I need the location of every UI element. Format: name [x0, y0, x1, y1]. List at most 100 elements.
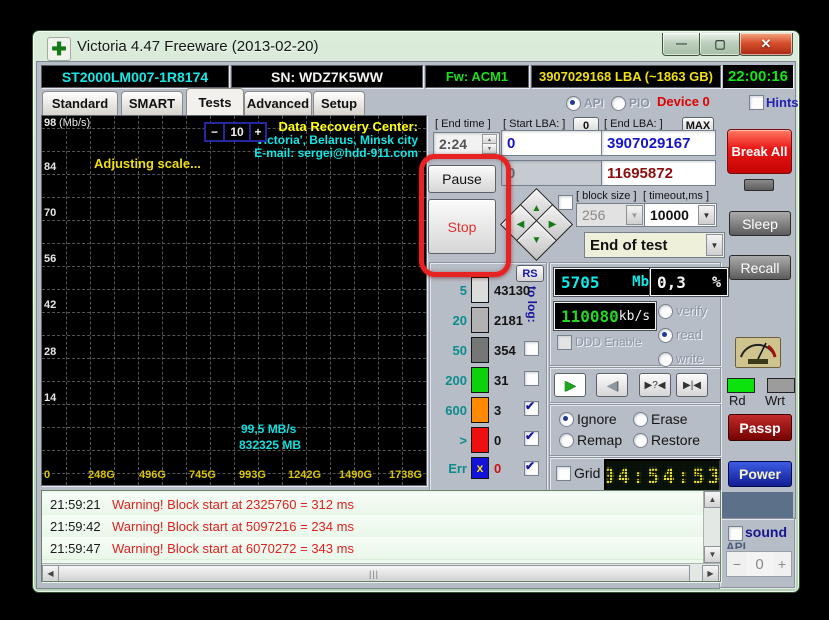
counter-plus-icon: +	[778, 556, 786, 572]
busy-indicator	[744, 179, 774, 191]
legend-threshold-50: 50	[435, 343, 467, 358]
percent-value: 0,3	[657, 273, 686, 292]
rd-label: Rd	[729, 393, 746, 408]
rs-button[interactable]: RS	[516, 265, 544, 282]
verify-label: verify	[676, 303, 707, 318]
log-row: 21:59:21 Warning! Block start at 2325760…	[42, 493, 720, 516]
scroll-left-icon: ◀	[47, 569, 53, 578]
ignore-radio[interactable]	[559, 412, 574, 427]
spinner-down-icon[interactable]: ▼	[482, 143, 497, 154]
mb-unit: Mb	[632, 274, 649, 290]
log-check-over[interactable]	[524, 431, 539, 446]
break-all-button[interactable]: Break All	[727, 129, 792, 174]
grid-checkbox[interactable]	[556, 466, 571, 481]
log-row: 21:59:42 Warning! Block start at 5097216…	[42, 515, 720, 538]
y-tick-56: 56	[44, 253, 56, 265]
log-check-600[interactable]	[524, 401, 539, 416]
graph-zoom-out-button[interactable]: −	[204, 122, 225, 142]
tab-standard[interactable]: Standard	[42, 91, 118, 115]
seek-question-icon: ▶?◀	[645, 380, 666, 391]
sound-checkbox[interactable]	[728, 526, 743, 541]
title-bar[interactable]: ✚ Victoria 4.47 Freeware (2013-02-20) — …	[33, 31, 799, 62]
passp-button[interactable]: Passp	[728, 414, 792, 441]
scroll-up-icon: ▲	[709, 495, 717, 504]
y-tick-98: 98	[44, 117, 56, 129]
victoria-window: ✚ Victoria 4.47 Freeware (2013-02-20) — …	[32, 30, 800, 593]
current-lba-readout: 11695872	[601, 160, 716, 186]
power-button[interactable]: Power	[728, 461, 792, 487]
tab-advanced[interactable]: Advanced	[244, 91, 312, 115]
restore-radio[interactable]	[633, 433, 648, 448]
block-size-label: [ block size ]	[576, 190, 637, 202]
y-tick-84: 84	[44, 161, 56, 173]
hints-checkbox[interactable]	[749, 95, 764, 110]
end-time-spinner[interactable]: 2:24 ▲ ▼	[433, 132, 500, 156]
api-radio[interactable]	[566, 96, 581, 111]
log-vertical-scrollbar[interactable]: ▲ ▼	[703, 491, 720, 563]
remap-radio[interactable]	[559, 433, 574, 448]
tab-tests[interactable]: Tests	[186, 88, 244, 115]
log-check-200[interactable]	[524, 371, 539, 386]
y-tick-70: 70	[44, 207, 56, 219]
scroll-up-button[interactable]: ▲	[704, 491, 721, 508]
scroll-right-button[interactable]: ▶	[702, 565, 719, 582]
legend-swatch-600	[471, 397, 489, 423]
seek-question-button[interactable]: ▶?◀	[639, 373, 671, 397]
minimize-button[interactable]: —	[662, 33, 701, 56]
verify-radio[interactable]	[658, 304, 673, 319]
scroll-down-button[interactable]: ▼	[704, 546, 721, 563]
legend-count-600: 3	[494, 403, 501, 418]
counter-plus-button[interactable]: +	[773, 551, 792, 577]
log-check-50[interactable]	[524, 341, 539, 356]
app-icon: ✚	[47, 37, 71, 61]
pause-button[interactable]: Pause	[428, 165, 496, 193]
graph-zoom-value: 10	[223, 122, 251, 142]
graph-grid	[42, 116, 426, 485]
end-action-select[interactable]: End of test ▼	[584, 232, 725, 258]
graph-zoom-in-button[interactable]: +	[249, 122, 267, 142]
log-time: 21:59:47	[50, 541, 112, 556]
read-radio[interactable]	[658, 328, 673, 343]
tab-smart[interactable]: SMART	[121, 91, 183, 115]
log-horizontal-scrollbar[interactable]: ◀ ||| ▶	[42, 563, 720, 581]
legend-threshold-200: 200	[435, 373, 467, 388]
horizontal-scroll-thumb[interactable]: |||	[58, 565, 690, 582]
end-lba-input[interactable]: 3907029167	[601, 130, 716, 156]
legend-threshold-5: 5	[435, 283, 467, 298]
capacity-display: 3907029168 LBA (~1863 GB)	[531, 65, 721, 88]
device-indicator: Device 0	[657, 94, 710, 109]
block-size-select: 256 ▼	[576, 203, 645, 227]
tab-setup[interactable]: Setup	[313, 91, 365, 115]
close-button[interactable]: ✕	[739, 33, 793, 56]
timeout-select[interactable]: 10000 ▼	[644, 203, 717, 227]
vu-meter-gauge	[735, 337, 781, 368]
ddd-enable-checkbox	[557, 335, 572, 350]
ignore-label: Ignore	[577, 411, 617, 427]
desktop-background: ✚ Victoria 4.47 Freeware (2013-02-20) — …	[0, 0, 829, 620]
erase-radio[interactable]	[633, 412, 648, 427]
legend-threshold-err: Err	[435, 461, 467, 476]
write-radio[interactable]	[658, 352, 673, 367]
remap-label: Remap	[577, 432, 622, 448]
hints-label: Hints	[766, 95, 799, 110]
remedy-group	[549, 404, 721, 456]
stop-button[interactable]: Stop	[428, 199, 496, 254]
x-tick-1242: 1242G	[288, 469, 321, 481]
end-lba-label: [ End LBA: ]	[604, 118, 663, 130]
nav-option-checkbox[interactable]	[558, 195, 573, 210]
play-button[interactable]: ▶	[554, 373, 586, 397]
mb-value: 5705	[561, 273, 600, 292]
pio-radio[interactable]	[611, 96, 626, 111]
scroll-left-button[interactable]: ◀	[42, 565, 59, 582]
start-lba-input[interactable]: 0	[501, 130, 602, 156]
recall-button[interactable]: Recall	[729, 255, 791, 280]
back-button[interactable]: ◀	[596, 373, 628, 397]
seek-end-button[interactable]: ▶|◀	[676, 373, 708, 397]
counter-minus-button[interactable]: −	[726, 551, 748, 577]
sleep-button[interactable]: Sleep	[729, 211, 791, 236]
log-check-err[interactable]	[524, 461, 539, 476]
speed-readout: 110080 kb/s	[554, 302, 656, 330]
counter-minus-icon: −	[733, 556, 741, 572]
wrt-led	[767, 378, 795, 393]
maximize-button[interactable]: ▢	[699, 33, 741, 56]
